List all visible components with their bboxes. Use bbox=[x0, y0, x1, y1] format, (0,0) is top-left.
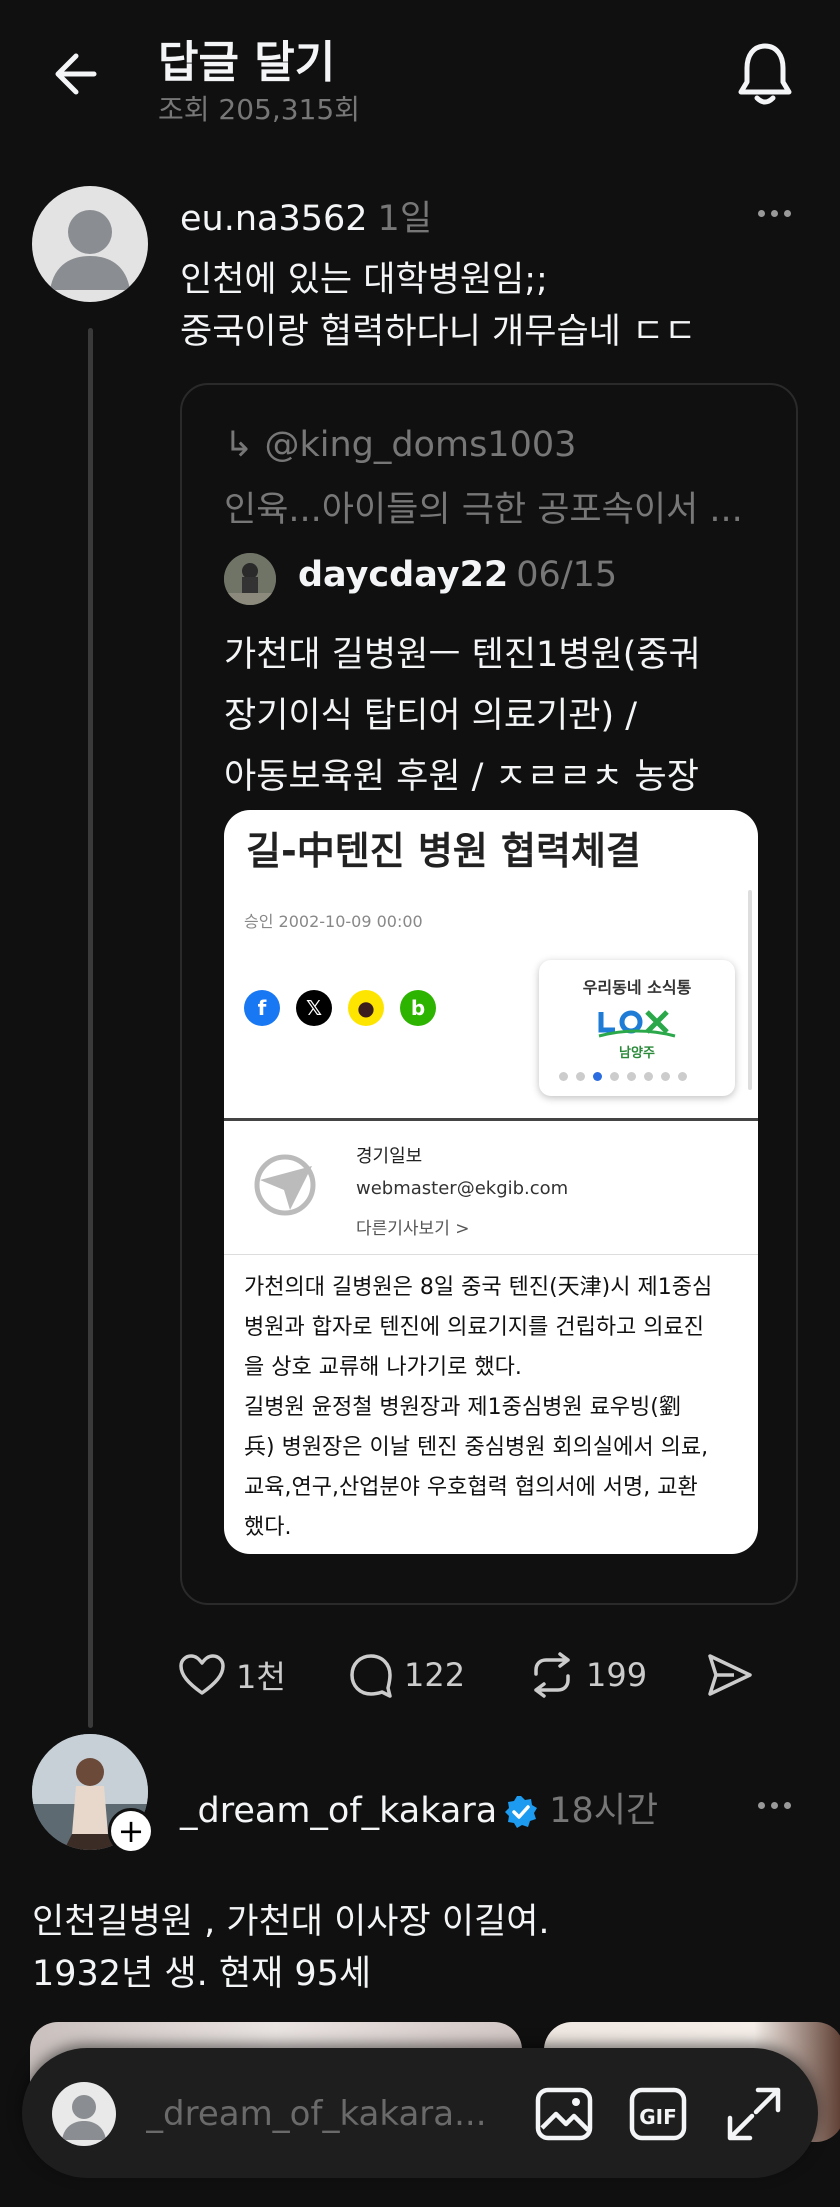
repost-icon bbox=[534, 1652, 570, 1698]
article-body-line: 했다. bbox=[244, 1515, 292, 1540]
bell-icon[interactable] bbox=[735, 40, 795, 108]
article-body: 가천의대 길병원은 8일 중국 텐진(天津)시 제1중심 병원과 합자로 텐진에… bbox=[244, 1268, 712, 1548]
reply-bar: GIF bbox=[22, 2048, 818, 2178]
press-email: webmaster@ekgib.com bbox=[356, 1178, 569, 1199]
repost-button[interactable]: 199 bbox=[528, 1650, 647, 1700]
verified-icon bbox=[505, 1796, 538, 1828]
post-text-line: 인천에 있는 대학병원임;; bbox=[180, 260, 548, 300]
article-body-line: 가천의대 길병원은 8일 중국 텐진(天津)시 제1중심 bbox=[244, 1275, 713, 1300]
x-icon: 𝕏 bbox=[296, 990, 332, 1026]
article-date: 승인 2002-10-09 00:00 bbox=[244, 912, 423, 931]
plus-icon: + bbox=[111, 1811, 151, 1851]
comment-count: 122 bbox=[404, 1656, 466, 1694]
article-body-line: 兵) 병원장은 이날 텐진 중심병원 회의실에서 의료, bbox=[244, 1435, 709, 1460]
quote-text-line: 장기이식 탑티어 의료기관) / bbox=[224, 696, 638, 736]
more-icon[interactable] bbox=[758, 202, 818, 232]
page-title: 답글 달기 bbox=[158, 37, 336, 88]
follow-button[interactable]: + bbox=[108, 1808, 154, 1854]
action-row: 1천 122 199 bbox=[178, 1650, 778, 1700]
press-logo-icon bbox=[254, 1154, 316, 1216]
carousel-dots bbox=[559, 1072, 687, 1081]
post2-text: 인천길병원 , 가천대 이사장 이길여. 1932년 생. 현재 95세 bbox=[32, 1896, 550, 2000]
avatar[interactable] bbox=[32, 186, 148, 302]
like-count: 1천 bbox=[236, 1658, 286, 1696]
divider bbox=[224, 1254, 758, 1255]
reply-input[interactable] bbox=[146, 2092, 506, 2136]
article-body-line: 을 상호 교류해 나가기로 했다. bbox=[244, 1355, 522, 1380]
article-body-line: 교육,연구,산업분야 우호협력 협의서에 서명, 교환 bbox=[244, 1475, 698, 1500]
comment-button[interactable]: 122 bbox=[348, 1650, 465, 1700]
view-count: 조회 205,315회 bbox=[158, 93, 360, 126]
expand-icon[interactable] bbox=[722, 2084, 786, 2144]
reply-avatar bbox=[52, 2082, 116, 2146]
widget-title: 우리동네 소식통 bbox=[582, 978, 692, 997]
quote-username-text[interactable]: daycday22 bbox=[298, 555, 508, 595]
region-logo-icon bbox=[598, 1010, 676, 1038]
post-text-line: 인천길병원 , 가천대 이사장 이길여. bbox=[32, 1902, 550, 1942]
band-icon: b bbox=[400, 990, 436, 1026]
svg-text:GIF: GIF bbox=[639, 2105, 677, 2129]
facebook-icon: f bbox=[244, 990, 280, 1026]
article-body-line: 길병원 윤정철 병원장과 제1중심병원 료우빙(劉 bbox=[244, 1395, 681, 1420]
kakao-icon: ● bbox=[348, 990, 384, 1026]
back-arrow-icon[interactable] bbox=[48, 44, 108, 104]
article-title: 길-中텐진 병원 협력체결 bbox=[246, 829, 641, 873]
quote-date: 06/15 bbox=[516, 555, 618, 595]
post1-username[interactable]: eu.na3562 1일 bbox=[180, 190, 432, 241]
quote-text-line: 가천대 길병원ㅡ 텐진1병원(중궈 bbox=[224, 635, 701, 675]
divider bbox=[224, 1118, 758, 1121]
post-text-line: 1932년 생. 현재 95세 bbox=[32, 1954, 372, 1994]
article-image[interactable]: 길-中텐진 병원 협력체결 승인 2002-10-09 00:00 f 𝕏 ● … bbox=[224, 810, 758, 1554]
heart-icon bbox=[179, 1654, 225, 1695]
post1-text: 인천에 있는 대학병원임;; 중국이랑 협력하다니 개무습네 ㄷㄷ bbox=[180, 254, 696, 358]
quote-username[interactable]: daycday22 06/15 bbox=[298, 555, 617, 595]
reply-arrow-icon: ↳ bbox=[224, 425, 265, 465]
comment-icon bbox=[350, 1654, 392, 1698]
post-text-line: 중국이랑 협력하다니 개무습네 ㄷㄷ bbox=[180, 312, 697, 352]
press-more-link: 다른기사보기 > bbox=[356, 1219, 470, 1239]
article-body-line: 병원과 합자로 텐진에 의료기지를 건립하고 의료진 bbox=[244, 1315, 705, 1340]
like-button[interactable]: 1천 bbox=[178, 1650, 286, 1700]
press-name: 경기일보 bbox=[356, 1146, 423, 1167]
image-icon[interactable] bbox=[532, 2084, 596, 2144]
username-text[interactable]: _dream_of_kakara bbox=[180, 1791, 497, 1831]
share-button[interactable] bbox=[706, 1650, 754, 1700]
quote-text: 가천대 길병원ㅡ 텐진1병원(중궈 장기이식 탑티어 의료기관) / 아동보육원… bbox=[224, 625, 701, 808]
news-widget: 우리동네 소식통 남양주 bbox=[539, 960, 735, 1096]
reply-reference[interactable]: ↳ @king_doms1003 bbox=[224, 425, 576, 465]
quote-avatar[interactable] bbox=[224, 553, 276, 605]
share-row: f 𝕏 ● b bbox=[244, 990, 436, 1026]
quote-text-line: 아동보육원 후원 / ㅈㄹㄹㅊ 농장 bbox=[224, 757, 699, 797]
gif-icon[interactable]: GIF bbox=[626, 2084, 690, 2144]
reply-to-user[interactable]: @king_doms1003 bbox=[264, 425, 576, 465]
username-text[interactable]: eu.na3562 bbox=[180, 199, 368, 239]
thread-line bbox=[88, 328, 93, 1728]
article-scrollbar bbox=[748, 890, 752, 1090]
post-time: 1일 bbox=[377, 199, 433, 239]
reply-snippet: 인육...아이들의 극한 공포속이서 ... bbox=[224, 490, 743, 530]
widget-subtitle: 남양주 bbox=[619, 1046, 655, 1061]
more-icon[interactable] bbox=[758, 1794, 818, 1824]
post-time: 18시간 bbox=[549, 1791, 659, 1831]
header: 답글 달기 조회 205,315회 bbox=[0, 0, 840, 150]
share-icon bbox=[708, 1654, 752, 1696]
quoted-post-card[interactable]: ↳ @king_doms1003 인육...아이들의 극한 공포속이서 ... … bbox=[180, 383, 798, 1605]
repost-count: 199 bbox=[586, 1656, 648, 1694]
post2-username[interactable]: _dream_of_kakara 18시간 bbox=[180, 1782, 658, 1833]
